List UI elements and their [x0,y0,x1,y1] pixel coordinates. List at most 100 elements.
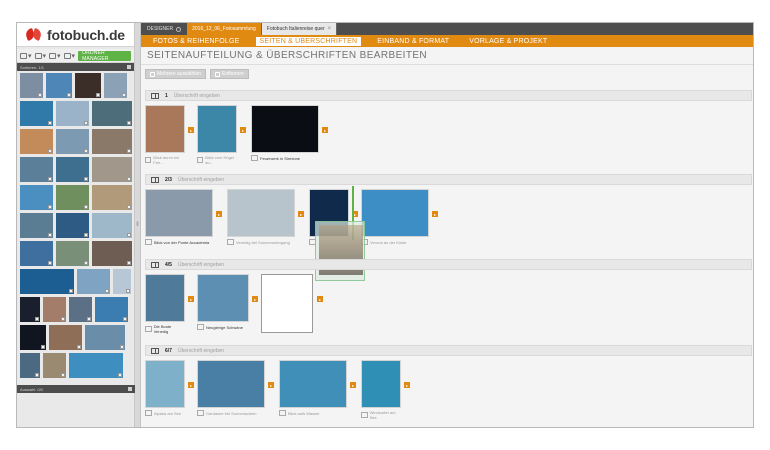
move-arrow-icon[interactable]: ▸ [322,127,328,133]
photo-image[interactable] [197,274,249,322]
checkbox-icon[interactable] [35,373,39,377]
checkbox-icon[interactable] [48,205,52,209]
checkbox-icon[interactable] [35,317,39,321]
move-arrow-icon[interactable]: ▸ [240,127,246,133]
sidebar-photo-thumbnail[interactable] [20,297,40,322]
close-icon[interactable]: × [328,26,332,32]
page-photo[interactable]: Windsurfer am See [361,360,401,420]
checkbox-icon[interactable] [127,149,131,153]
move-arrow-icon[interactable]: ▸ [404,382,410,388]
sidebar-photo-thumbnail[interactable] [43,353,66,378]
checkbox-icon[interactable] [48,121,52,125]
tab-project[interactable]: 2016_12_06_Fotosammlung [187,23,262,35]
nav-step-2[interactable]: SEITEN & ÜBERSCHRIFTEN [255,36,362,46]
remove-button[interactable]: Entfernen [209,69,249,79]
tab-book[interactable]: Fotobuch Italienreise quer × [261,23,338,35]
photo-image[interactable] [279,360,347,408]
checkbox-icon[interactable] [127,233,131,237]
nav-step-1[interactable]: FOTOS & REIHENFOLGE [149,37,244,46]
checkbox-icon[interactable] [127,121,131,125]
select-multiple-button[interactable]: Mehrere auswählen [145,69,206,79]
checkbox-icon[interactable] [61,373,65,377]
nav-step-3[interactable]: EINBAND & FORMAT [373,37,453,46]
checkbox-icon[interactable] [84,121,88,125]
checkbox-icon[interactable] [67,93,71,97]
sidebar-photo-thumbnail[interactable] [104,73,127,98]
checkbox-icon[interactable] [84,233,88,237]
expand-icon[interactable] [128,387,132,391]
page-photo[interactable]: Gardasee bei Sonnenschein [197,360,265,416]
checkbox-icon[interactable] [118,373,122,377]
sidebar-photo-thumbnail[interactable] [56,157,89,182]
sidebar-photo-thumbnail[interactable] [69,353,123,378]
photo-image[interactable] [197,360,265,408]
photo-caption[interactable]: Blick von der Ponte Accademia [145,239,213,245]
checkbox-icon[interactable] [38,93,42,97]
page-photo[interactable]: Verona an der Küste [361,189,429,245]
sort-icon[interactable]: ▾ [34,52,46,60]
caption-input[interactable]: Überschrift eingeben [178,348,224,354]
checkbox-icon[interactable] [48,177,52,181]
sidebar-photo-thumbnail[interactable] [77,269,110,294]
move-arrow-icon[interactable]: ▸ [252,296,258,302]
checkbox-icon[interactable] [87,317,91,321]
photo-caption[interactable]: Feuerwerk in Sirmione [251,155,319,161]
checkbox-icon[interactable] [127,205,131,209]
sidebar-photo-thumbnail[interactable] [20,73,43,98]
checkbox-icon[interactable] [127,261,131,265]
size-icon[interactable]: ▾ [49,52,61,60]
checkbox-icon[interactable] [84,177,88,181]
page-photo[interactable]: Feuerwerk in Sirmione [251,105,319,161]
sidebar-photo-thumbnail[interactable] [20,101,53,126]
photo-caption[interactable]: Venedig bei Sonnenuntergang [227,239,295,245]
photo-image[interactable] [145,105,185,153]
sidebar-photo-thumbnail[interactable] [69,297,92,322]
photo-image[interactable] [361,189,429,237]
empty-photo-slot[interactable] [261,274,313,333]
checkbox-icon[interactable] [122,93,126,97]
sidebar-photo-thumbnail[interactable] [56,185,89,210]
checkbox-icon[interactable] [48,261,52,265]
sidebar-photo-thumbnail[interactable] [92,213,132,238]
move-arrow-icon[interactable]: ▸ [216,211,222,217]
move-arrow-icon[interactable]: ▸ [432,211,438,217]
settings-icon[interactable] [176,26,182,32]
photo-caption[interactable]: Neugierige Schwäne [197,324,249,330]
photo-caption[interactable]: Blick durch ein Fen... [145,155,185,165]
checkbox-icon[interactable] [105,289,109,293]
checkbox-icon[interactable] [126,289,130,293]
caption-input[interactable]: Überschrift eingeben [178,262,224,268]
sidebar-photo-thumbnail[interactable] [85,325,125,350]
photo-image[interactable] [145,189,213,237]
sidebar-photo-thumbnail[interactable] [20,353,40,378]
sidebar-photo-thumbnail[interactable] [20,241,53,266]
move-arrow-icon[interactable]: ▸ [268,382,274,388]
checkbox-icon[interactable] [84,205,88,209]
page-photo[interactable]: Blick aufs Wasser [279,360,347,416]
checkbox-icon[interactable] [48,149,52,153]
sidebar-photo-thumbnail[interactable] [95,297,128,322]
nav-step-4[interactable]: VORLAGE & PROJEKT [465,37,551,46]
sidebar-photo-thumbnail[interactable] [92,185,132,210]
checkbox-icon[interactable] [69,289,73,293]
caption-input[interactable]: Überschrift eingeben [178,177,224,183]
sidebar-photo-thumbnail[interactable] [20,269,74,294]
photo-image[interactable] [145,274,185,322]
sidebar-photo-thumbnail[interactable] [20,157,53,182]
page-photo[interactable]: Alpaka am See [145,360,185,416]
collapse-icon[interactable] [127,65,131,69]
photo-image[interactable] [197,105,237,153]
sidebar-photo-thumbnail[interactable] [46,73,72,98]
view-grid-icon[interactable]: ▾ [20,52,32,60]
page-photo[interactable]: Neugierige Schwäne [197,274,249,330]
page-photo[interactable]: Blick durch ein Fen... [145,105,185,165]
checkbox-icon[interactable] [84,149,88,153]
photo-caption[interactable]: Gardasee bei Sonnenschein [197,410,265,416]
photo-caption[interactable]: Blick vom Hügel au... [197,155,237,165]
sidebar-photo-thumbnail[interactable] [92,129,132,154]
checkbox-icon[interactable] [127,177,131,181]
move-arrow-icon[interactable]: ▸ [188,127,194,133]
photo-image[interactable] [251,105,319,153]
page-photo[interactable]: Blick von der Ponte Accademia [145,189,213,245]
move-arrow-icon[interactable]: ▸ [298,211,304,217]
